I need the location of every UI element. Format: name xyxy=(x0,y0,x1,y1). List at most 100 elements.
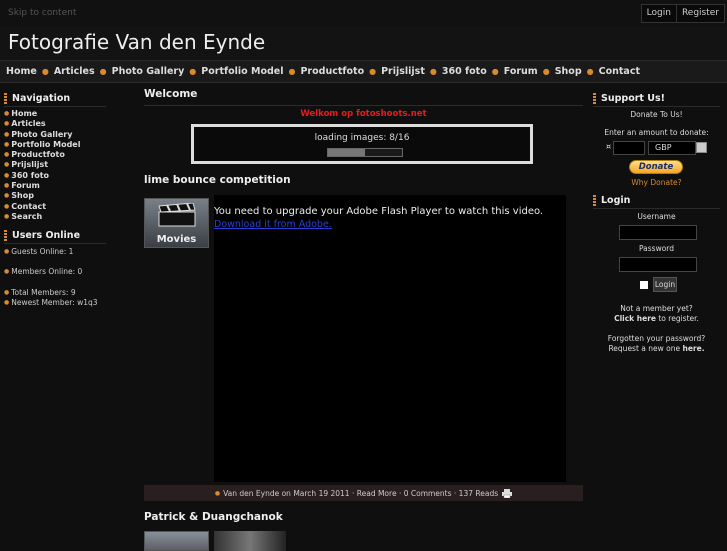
article-photo-thumbnail[interactable] xyxy=(214,531,286,551)
heading-bar-icon xyxy=(593,92,596,104)
sidebar-item-contact[interactable]: ● Contact xyxy=(4,202,106,212)
bullet-icon: ● xyxy=(4,182,10,190)
guests-online: ● Guests Online: 1 xyxy=(4,247,73,256)
newest-member: ● Newest Member: w1q3 xyxy=(4,298,98,307)
loader-progress-fill xyxy=(328,149,365,156)
sidebar-item-label: Prijslijst xyxy=(11,160,49,170)
bullet-icon: ● xyxy=(214,489,221,497)
sidebar-nav-list: ● Home ● Articles ● Photo Gallery ● Portfoli… xyxy=(4,109,106,222)
nav-photo-gallery[interactable]: Photo Gallery xyxy=(112,66,185,77)
site-title[interactable]: Fotografie Van den Eynde xyxy=(8,30,265,54)
sidebar-item-home[interactable]: ● Home xyxy=(4,109,106,119)
site-header: Fotografie Van den Eynde xyxy=(0,26,727,60)
request-password-link[interactable]: here. xyxy=(683,344,705,353)
bullet-icon: ● xyxy=(491,67,499,76)
guests-online-text: Guests Online: 1 xyxy=(11,247,74,256)
bullet-icon: ● xyxy=(4,212,10,220)
register-prompt: Click here to register. xyxy=(593,314,720,324)
login-link[interactable]: Login xyxy=(642,5,676,22)
nav-forum[interactable]: Forum xyxy=(504,66,538,77)
heading-bar-icon xyxy=(4,229,7,241)
bullet-icon: ● xyxy=(4,299,10,306)
top-bar: Skip to content Login Register xyxy=(0,0,727,27)
nav-productfoto[interactable]: Productfoto xyxy=(300,66,364,77)
nav-portfolio-model[interactable]: Portfolio Model xyxy=(201,66,283,77)
bullet-icon: ● xyxy=(429,67,437,76)
sidebar-item-search[interactable]: ● Search xyxy=(4,212,106,222)
login-heading: Login xyxy=(593,192,720,209)
support-title: Support Us! xyxy=(601,92,665,104)
nav-articles[interactable]: Articles xyxy=(54,66,95,77)
currency-symbol: ¤ xyxy=(606,142,612,151)
register-link[interactable]: Register xyxy=(675,5,724,22)
sidebar-item-label: Portfolio Model xyxy=(11,139,81,149)
click-here-register-link[interactable]: Click here xyxy=(614,314,656,323)
heading-bar-icon xyxy=(593,194,596,206)
print-icon[interactable] xyxy=(502,488,513,498)
article-title-lime-bounce[interactable]: lime bounce competition xyxy=(144,174,583,186)
sidebar-item-forum[interactable]: ● Forum xyxy=(4,181,106,191)
article-meta-bar: ● Van den Eynde on March 19 2011 · Read … xyxy=(144,485,583,501)
article-meta-text: Van den Eynde on March 19 2011 · Read Mo… xyxy=(223,488,499,498)
sidebar-item-shop[interactable]: ● Shop xyxy=(4,191,106,201)
sidebar-item-productfoto[interactable]: ● Productfoto xyxy=(4,150,106,160)
bullet-icon: ● xyxy=(4,151,10,159)
sidebar-item-portfolio-model[interactable]: ● Portfolio Model xyxy=(4,140,106,150)
username-input[interactable] xyxy=(619,225,697,240)
nav-label: Portfolio Model xyxy=(201,66,284,77)
request-password-text: Request a new one xyxy=(608,344,683,353)
bullet-icon: ● xyxy=(4,161,10,169)
flash-upgrade-message: You need to upgrade your Adobe Flash Pla… xyxy=(214,206,544,217)
nav-home[interactable]: Home xyxy=(6,66,37,77)
password-label: Password xyxy=(638,244,675,253)
username-label: Username xyxy=(637,212,676,221)
movies-category-icon[interactable]: Movies xyxy=(144,198,209,248)
skip-to-content-link[interactable]: Skip to content xyxy=(8,8,76,18)
flash-video-player[interactable]: You need to upgrade your Adobe Flash Pla… xyxy=(214,195,566,482)
bullet-icon: ● xyxy=(542,67,550,76)
nav-prijslijst[interactable]: Prijslijst xyxy=(381,66,425,77)
remember-me-checkbox[interactable] xyxy=(640,281,648,289)
sidebar-item-prijslijst[interactable]: ● Prijslijst xyxy=(4,160,106,170)
why-donate-link[interactable]: Why Donate? xyxy=(593,178,720,187)
nav-label: Prijslijst xyxy=(381,66,425,77)
sidebar-item-label: Contact xyxy=(11,201,47,211)
sidebar-item-label: 360 foto xyxy=(11,170,50,180)
users-online-heading: Users Online xyxy=(4,227,106,244)
sidebar-item-360-foto[interactable]: ● 360 foto xyxy=(4,171,106,181)
adobe-download-link[interactable]: Download it from Adobe. xyxy=(214,219,332,230)
article-category-thumbnail[interactable] xyxy=(144,531,209,551)
donation-amount-input[interactable] xyxy=(613,141,645,155)
nav-label: Home xyxy=(6,66,37,77)
nav-label: 360 foto xyxy=(441,66,487,77)
bullet-icon: ● xyxy=(4,268,10,275)
sidebar-item-articles[interactable]: ● Articles xyxy=(4,119,106,129)
login-title: Login xyxy=(601,194,631,206)
currency-dropdown-arrow[interactable] xyxy=(696,142,707,153)
nav-label: Articles xyxy=(53,66,95,77)
bullet-icon: ● xyxy=(4,192,10,200)
sidebar-item-label: Home xyxy=(11,109,38,118)
left-sidebar: Navigation ● Home ● Articles ● Photo Galler… xyxy=(4,90,106,307)
bullet-icon: ● xyxy=(99,67,107,76)
currency-select[interactable]: GBP xyxy=(648,141,696,155)
bullet-icon: ● xyxy=(4,120,10,128)
nav-contact[interactable]: Contact xyxy=(599,66,640,77)
members-online: ● Members Online: 0 xyxy=(4,267,82,276)
members-online-text: Members Online: 0 xyxy=(11,267,83,276)
sidebar-item-label: Search xyxy=(11,211,43,221)
article-title-patrick-duangchanok[interactable]: Patrick & Duangchanok xyxy=(144,511,283,523)
welcome-heading: Welcome xyxy=(144,88,583,106)
paypal-donate-button[interactable]: Donate xyxy=(629,160,683,174)
enter-amount-label: Enter an amount to donate: xyxy=(604,128,709,137)
nav-360-foto[interactable]: 360 foto xyxy=(442,66,487,77)
bullet-icon: ● xyxy=(41,67,49,76)
nav-shop[interactable]: Shop xyxy=(555,66,582,77)
navigation-heading: Navigation xyxy=(4,90,106,107)
password-input[interactable] xyxy=(619,257,697,272)
total-members: ● Total Members: 9 xyxy=(4,288,76,297)
right-sidebar: Support Us! Donate To Us! Enter an amoun… xyxy=(593,90,720,353)
auth-buttons: Login Register xyxy=(640,4,725,23)
sidebar-item-photo-gallery[interactable]: ● Photo Gallery xyxy=(4,130,106,140)
login-button[interactable]: Login xyxy=(653,277,677,292)
